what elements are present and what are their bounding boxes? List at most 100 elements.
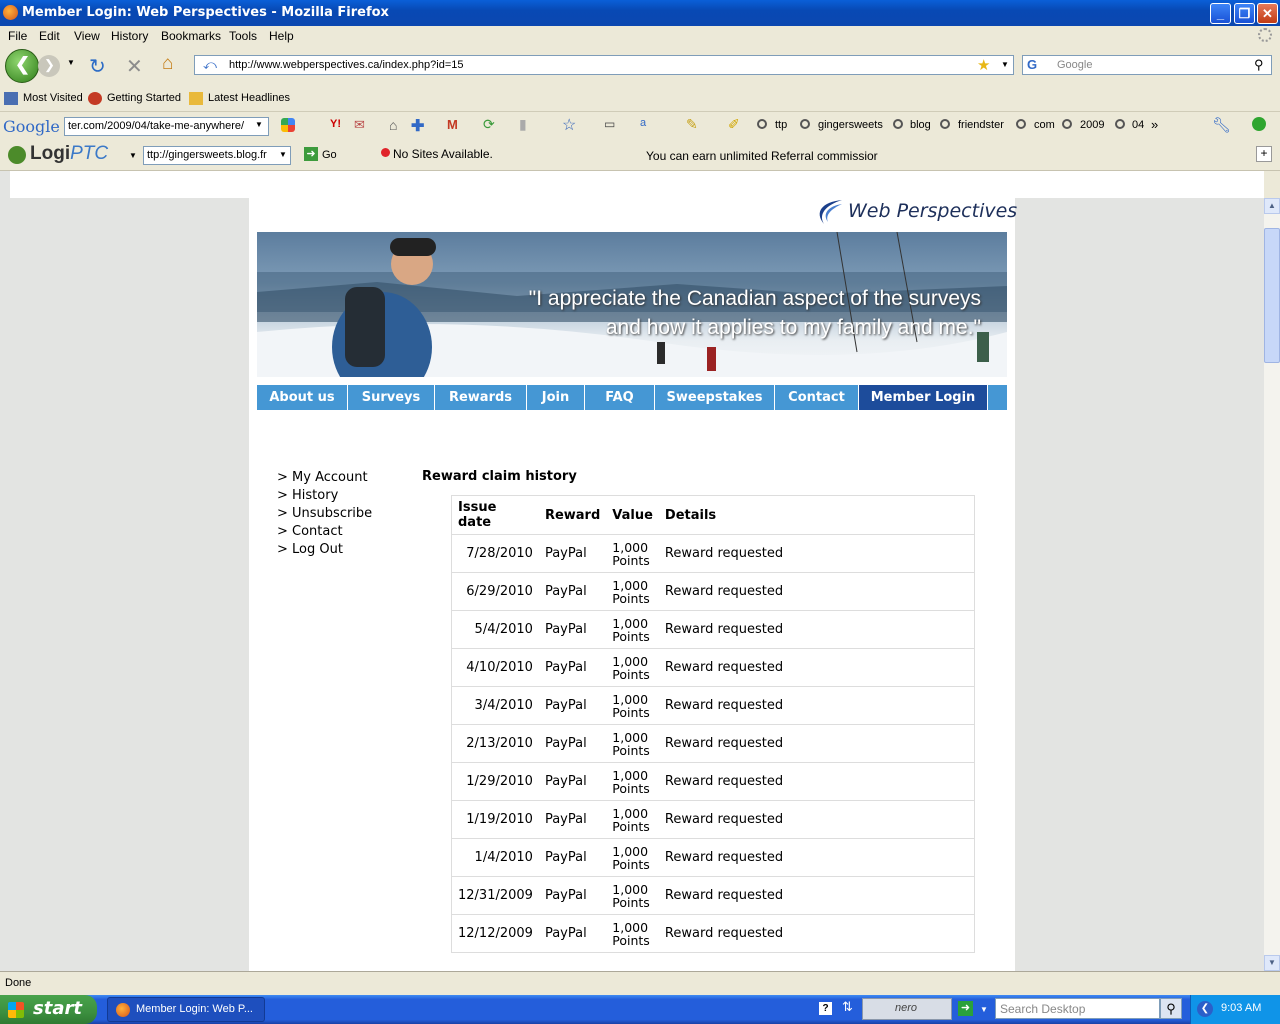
hero-banner: "I appreciate the Canadian aspect of the…	[257, 232, 1007, 377]
network-icon[interactable]: ⇅	[842, 999, 853, 1015]
tab-join[interactable]: Join	[527, 385, 585, 410]
search-term-7[interactable]: 04	[1132, 119, 1144, 131]
desktop-search-input[interactable]: Search Desktop	[995, 998, 1160, 1019]
sidebar-item-contact[interactable]: > Contact	[277, 523, 372, 541]
column-reward: Reward	[538, 495, 607, 535]
bookmark-star-icon[interactable]: ★	[977, 56, 990, 74]
scroll-thumb[interactable]	[1264, 228, 1280, 363]
back-button[interactable]: ❮	[5, 49, 39, 83]
comment-icon[interactable]: ▮	[519, 116, 527, 133]
desktop-search-button[interactable]: ⚲	[1160, 998, 1182, 1019]
logiptc-url-field[interactable]: ttp://gingersweets.blog.fr	[143, 146, 291, 165]
tab-surveys[interactable]: Surveys	[348, 385, 435, 410]
home-icon[interactable]: ⌂	[162, 53, 173, 75]
new-tab-plus-icon[interactable]: +	[1256, 146, 1272, 162]
site-logo[interactable]: Web Perspectives	[812, 198, 1017, 232]
start-button[interactable]: start	[0, 995, 97, 1024]
more-terms-chevron-icon[interactable]: »	[1151, 117, 1158, 132]
tray-expand-icon[interactable]: ❮	[1197, 1001, 1213, 1017]
cell-details: Reward requested	[658, 572, 975, 611]
bank-icon[interactable]: ⌂	[389, 117, 397, 133]
go-button[interactable]: Go	[322, 149, 337, 161]
bookmark-most-visited[interactable]: Most Visited	[23, 92, 83, 104]
search-term-2[interactable]: gingersweets	[818, 119, 883, 131]
menu-edit[interactable]: Edit	[39, 29, 60, 43]
google-search-icon[interactable]	[281, 118, 295, 132]
pencil-icon[interactable]: ✐	[728, 116, 740, 133]
help-icon[interactable]: ?	[819, 1002, 832, 1015]
tab-rewards[interactable]: Rewards	[435, 385, 527, 410]
tab-member-login[interactable]: Member Login	[859, 385, 988, 410]
value-amount: 1,000	[612, 767, 649, 783]
google-search-field[interactable]: ter.com/2009/04/take-me-anywhere/	[64, 117, 269, 136]
ticker-text[interactable]: You can earn unlimited Referral commissi…	[646, 149, 878, 163]
url-bar[interactable]: ⤺ http://www.webperspectives.ca/index.ph…	[194, 55, 1014, 75]
forward-button[interactable]: ❯	[38, 55, 60, 77]
sidebar-item-unsubscribe[interactable]: > Unsubscribe	[277, 505, 372, 523]
plus-icon[interactable]: ✚	[411, 116, 424, 136]
site-nav: About us Surveys Rewards Join FAQ Sweeps…	[257, 385, 1007, 410]
tab-contact[interactable]: Contact	[775, 385, 859, 410]
search-dropdown-icon[interactable]: ▼	[980, 1005, 988, 1014]
search-engine-icon[interactable]: G	[1027, 57, 1037, 72]
menu-help[interactable]: Help	[269, 29, 294, 43]
reload-icon[interactable]: ↻	[89, 54, 106, 79]
vertical-scrollbar[interactable]: ▲ ▼	[1264, 198, 1280, 971]
logiptc-logo-text[interactable]: LogiPTC	[30, 143, 108, 165]
wrench-icon[interactable]: 🔧︎	[1212, 116, 1231, 134]
refresh-green-icon[interactable]: ⟳	[483, 116, 495, 133]
search-term-3[interactable]: blog	[910, 119, 931, 131]
logo-text-ptc: PTC	[70, 143, 109, 164]
scroll-up-button[interactable]: ▲	[1264, 198, 1280, 214]
taskbar-item-firefox[interactable]: Member Login: Web P...	[107, 997, 265, 1022]
scroll-down-button[interactable]: ▼	[1264, 955, 1280, 971]
tab-faq[interactable]: FAQ	[585, 385, 655, 410]
sidebar-item-log-out[interactable]: > Log Out	[277, 541, 372, 559]
search-term-5[interactable]: com	[1034, 119, 1055, 131]
star-icon[interactable]: ☆	[562, 115, 576, 135]
search-term-4[interactable]: friendster	[958, 119, 1004, 131]
maximize-button[interactable]: ❐	[1234, 3, 1255, 24]
nero-search-widget[interactable]: nero	[862, 998, 952, 1020]
bookmark-latest-headlines[interactable]: Latest Headlines	[208, 92, 290, 104]
google-logo[interactable]: Google	[3, 117, 60, 136]
cell-issue-date: 12/31/2009	[451, 876, 539, 915]
sidebar-item-history[interactable]: > History	[277, 487, 372, 505]
cell-value: 1,000 Points	[606, 800, 659, 839]
search-go-icon[interactable]: ➜	[958, 1001, 973, 1016]
tab-about-us[interactable]: About us	[257, 385, 348, 410]
search-term-1[interactable]: ttp	[775, 119, 787, 131]
logiptc-dropdown-icon[interactable]: ▼	[129, 151, 137, 160]
menu-view[interactable]: View	[74, 29, 100, 43]
go-arrow-icon[interactable]: ➜	[304, 147, 318, 161]
gmail-icon[interactable]: M	[447, 117, 458, 132]
menu-history[interactable]: History	[111, 29, 148, 43]
search-term-6[interactable]: 2009	[1080, 119, 1104, 131]
table-header-row: Issue date Reward Value Details	[451, 495, 975, 535]
bookmark-getting-started[interactable]: Getting Started	[107, 92, 181, 104]
logiptc-field-dropdown-icon[interactable]: ▼	[279, 150, 287, 159]
close-button[interactable]: ✕	[1257, 3, 1278, 24]
google-field-dropdown-icon[interactable]: ▼	[255, 120, 263, 129]
table-row: 12/12/2009 PayPal 1,000 Points Reward reques…	[451, 914, 975, 953]
highlight-icon[interactable]: ▭	[604, 117, 615, 131]
tab-sweepstakes[interactable]: Sweepstakes	[655, 385, 775, 410]
translate-icon[interactable]: a	[640, 117, 646, 129]
clock[interactable]: 9:03 AM	[1221, 1002, 1261, 1014]
news-icon[interactable]: ✉	[354, 117, 365, 133]
sidebar-item-my-account[interactable]: > My Account	[277, 469, 372, 487]
minimize-button[interactable]: _	[1210, 3, 1231, 24]
cell-details: Reward requested	[658, 876, 975, 915]
history-dropdown-icon[interactable]: ▼	[67, 58, 75, 67]
search-box[interactable]: G Google ⚲	[1022, 55, 1272, 75]
yahoo-icon[interactable]: Y!	[330, 118, 341, 130]
url-dropdown-icon[interactable]: ▼	[1001, 60, 1009, 69]
search-icon[interactable]: ⚲	[1254, 57, 1264, 73]
menu-tools[interactable]: Tools	[229, 29, 257, 43]
stop-icon[interactable]: ✕	[126, 54, 143, 79]
menu-bookmarks[interactable]: Bookmarks	[161, 29, 221, 43]
menu-file[interactable]: File	[8, 29, 27, 43]
url-text[interactable]: http://www.webperspectives.ca/index.php?…	[229, 59, 464, 71]
system-tray: ❮ 9:03 AM	[1190, 995, 1280, 1024]
notebook-icon[interactable]: ✎	[686, 116, 698, 133]
